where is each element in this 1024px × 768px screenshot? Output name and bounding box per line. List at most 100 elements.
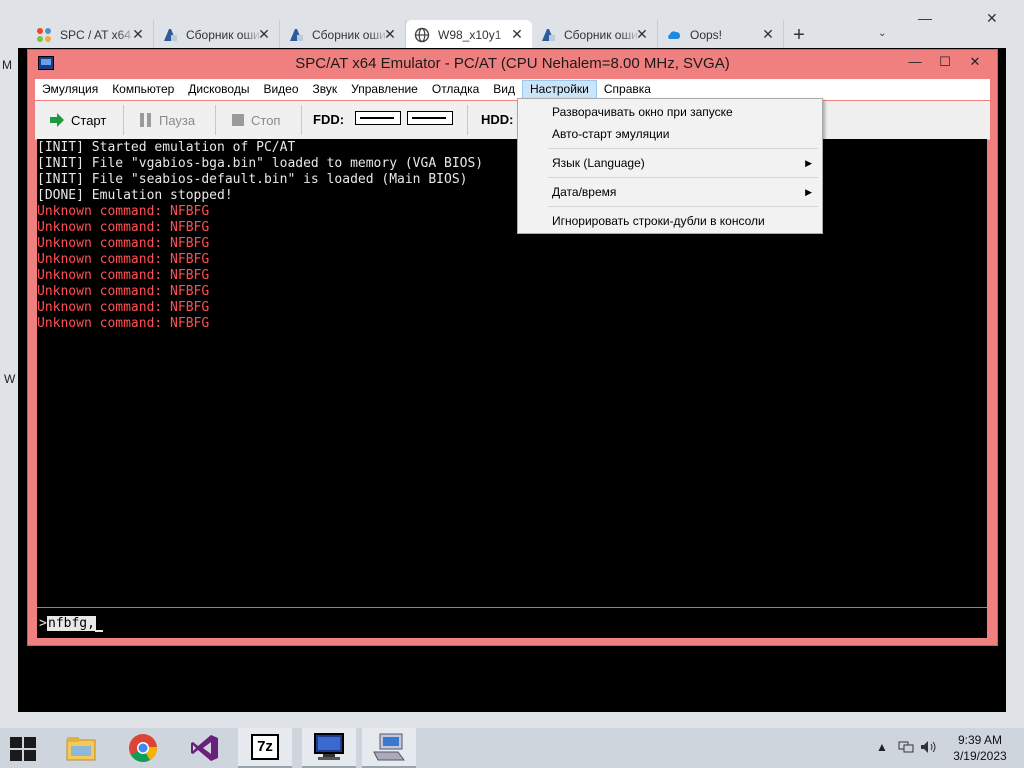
joomla-icon xyxy=(36,27,52,43)
network-icon[interactable] xyxy=(898,740,914,757)
windows-start-icon[interactable] xyxy=(10,737,38,761)
emulator-title: SPC/AT x64 Emulator - PC/AT (CPU Nehalem… xyxy=(295,55,730,72)
toolbar-separator xyxy=(301,105,302,135)
tab-close-icon[interactable]: ✕ xyxy=(510,27,524,41)
console-line: [DONE] Emulation stopped! xyxy=(37,188,233,203)
submenu-arrow-icon: ▶ xyxy=(805,158,812,168)
monitor-icon[interactable] xyxy=(302,728,356,768)
tab-title: W98_x10y1 xyxy=(438,28,502,42)
menu-video[interactable]: Видео xyxy=(256,80,305,99)
console-command-input[interactable]: nfbfg, xyxy=(47,616,96,631)
file-explorer-icon[interactable] xyxy=(54,728,108,768)
menu-item-datetime[interactable]: Дата/время ▶ xyxy=(518,182,822,202)
browser-tab[interactable]: Oops! ✕ xyxy=(658,20,784,50)
menu-item-label: Игнорировать строки-дубли в консоли xyxy=(552,214,765,228)
pause-icon xyxy=(139,112,153,128)
menu-item-label: Авто-старт эмуляции xyxy=(552,127,670,141)
browser-tab[interactable]: Сборник ошибок ✕ xyxy=(280,20,406,50)
browser-tab[interactable]: Сборник ошибок ✕ xyxy=(532,20,658,50)
menu-view[interactable]: Вид xyxy=(486,80,522,99)
menu-separator xyxy=(548,206,818,207)
toolbar-separator xyxy=(467,105,468,135)
toolbar-separator xyxy=(215,105,216,135)
floppy-drive-a-icon[interactable] xyxy=(355,111,401,125)
7zip-icon[interactable]: 7z xyxy=(238,728,292,768)
tab-close-icon[interactable]: ✕ xyxy=(383,27,397,41)
taskbar: 7z ▲ 9:39 AM 3/19/2023 xyxy=(0,728,1024,768)
stop-button[interactable]: Стоп xyxy=(231,103,280,137)
tab-close-icon[interactable]: ✕ xyxy=(131,27,145,41)
chrome-icon[interactable] xyxy=(116,728,170,768)
menu-debug[interactable]: Отладка xyxy=(425,80,486,99)
menu-help[interactable]: Справка xyxy=(597,80,658,99)
browser-tab[interactable]: SPC / AT x64 ✕ xyxy=(28,20,154,50)
tab-title: Сборник ошибок xyxy=(186,28,262,42)
keyboard-computer-icon[interactable] xyxy=(362,728,416,768)
browser-close-button[interactable]: ✕ xyxy=(986,10,998,27)
console-line: Unknown command: NFBFG xyxy=(37,220,210,235)
floppy-drive-b-icon[interactable] xyxy=(407,111,453,125)
tab-search-button[interactable]: ⌄ xyxy=(878,28,886,39)
doc-icon xyxy=(288,27,304,43)
globe-icon xyxy=(414,27,430,43)
side-letter: M xyxy=(2,58,12,72)
emulator-toolbar: Старт Пауза Стоп FDD: HDD: xyxy=(35,101,990,140)
cloud-icon xyxy=(666,27,682,43)
tab-title: Сборник ошибок xyxy=(564,28,640,42)
tab-close-icon[interactable]: ✕ xyxy=(257,27,271,41)
doc-icon xyxy=(162,27,178,43)
console-line: [INIT] Started emulation of PC/AT xyxy=(37,140,296,155)
7zip-label: 7z xyxy=(251,734,279,760)
console-line: [INIT] File "seabios-default.bin" is loa… xyxy=(37,172,468,187)
tray-expand-icon[interactable]: ▲ xyxy=(876,740,888,754)
submenu-arrow-icon: ▶ xyxy=(805,187,812,197)
browser-tab[interactable]: Сборник ошибок ✕ xyxy=(154,20,280,50)
start-button[interactable]: Старт xyxy=(49,103,106,137)
menu-item-maximize-on-start[interactable]: Разворачивать окно при запуске xyxy=(518,102,822,122)
menu-item-ignore-duplicates[interactable]: Игнорировать строки-дубли в консоли xyxy=(518,211,822,231)
console-line: Unknown command: NFBFG xyxy=(37,204,210,219)
emulator-close-button[interactable]: ✕ xyxy=(962,53,988,71)
visual-studio-icon[interactable] xyxy=(178,728,232,768)
doc-icon xyxy=(540,27,556,43)
pause-button[interactable]: Пауза xyxy=(139,103,195,137)
tab-close-icon[interactable]: ✕ xyxy=(761,27,775,41)
browser-tab-active[interactable]: W98_x10y1 ✕ xyxy=(406,20,532,50)
menu-computer[interactable]: Компьютер xyxy=(105,80,181,99)
emulator-minimize-button[interactable]: — xyxy=(902,53,928,71)
menu-item-language[interactable]: Язык (Language) ▶ xyxy=(518,153,822,173)
stop-label: Стоп xyxy=(251,112,281,128)
emulator-maximize-button[interactable]: ☐ xyxy=(932,53,958,71)
menu-separator xyxy=(548,148,818,149)
menu-settings[interactable]: Настройки xyxy=(522,80,597,99)
text-cursor xyxy=(95,630,103,632)
menu-emulation[interactable]: Эмуляция xyxy=(35,80,105,99)
menu-item-autostart[interactable]: Авто-старт эмуляции xyxy=(518,124,822,144)
menu-item-label: Язык (Language) xyxy=(552,156,645,170)
tab-strip: SPC / AT x64 ✕ Сборник ошибок ✕ Сборник … xyxy=(28,20,814,50)
tab-title: Oops! xyxy=(690,28,723,42)
console-line: Unknown command: NFBFG xyxy=(37,236,210,251)
play-arrow-icon xyxy=(49,112,65,128)
emulator-menubar: Эмуляция Компьютер Дисководы Видео Звук … xyxy=(35,79,990,100)
stop-icon xyxy=(231,113,245,127)
clock-time: 9:39 AM xyxy=(957,733,1003,747)
browser-chrome: SPC / AT x64 ✕ Сборник ошибок ✕ Сборник … xyxy=(0,0,1024,50)
menu-drives[interactable]: Дисководы xyxy=(181,80,256,99)
tab-close-icon[interactable]: ✕ xyxy=(635,27,649,41)
browser-minimize-button[interactable]: — xyxy=(918,10,932,26)
console-line: Unknown command: NFBFG xyxy=(37,252,210,267)
menu-control[interactable]: Управление xyxy=(344,80,425,99)
menu-sound[interactable]: Звук xyxy=(306,80,345,99)
console-input-bar[interactable]: > nfbfg, xyxy=(37,607,987,638)
side-letter: W xyxy=(4,372,16,386)
console-output: [INIT] Started emulation of PC/AT [INIT] … xyxy=(37,139,987,607)
toolbar-separator xyxy=(123,105,124,135)
console-line: Unknown command: NFBFG xyxy=(37,300,210,315)
system-clock[interactable]: 9:39 AM 3/19/2023 xyxy=(950,732,1010,764)
console-line: [INIT] File "vgabios-bga.bin" loaded to … xyxy=(37,156,484,171)
clock-date: 3/19/2023 xyxy=(953,749,1007,763)
volume-icon[interactable] xyxy=(920,740,938,757)
new-tab-button[interactable]: + xyxy=(784,20,814,50)
menu-item-label: Разворачивать окно при запуске xyxy=(552,105,733,119)
